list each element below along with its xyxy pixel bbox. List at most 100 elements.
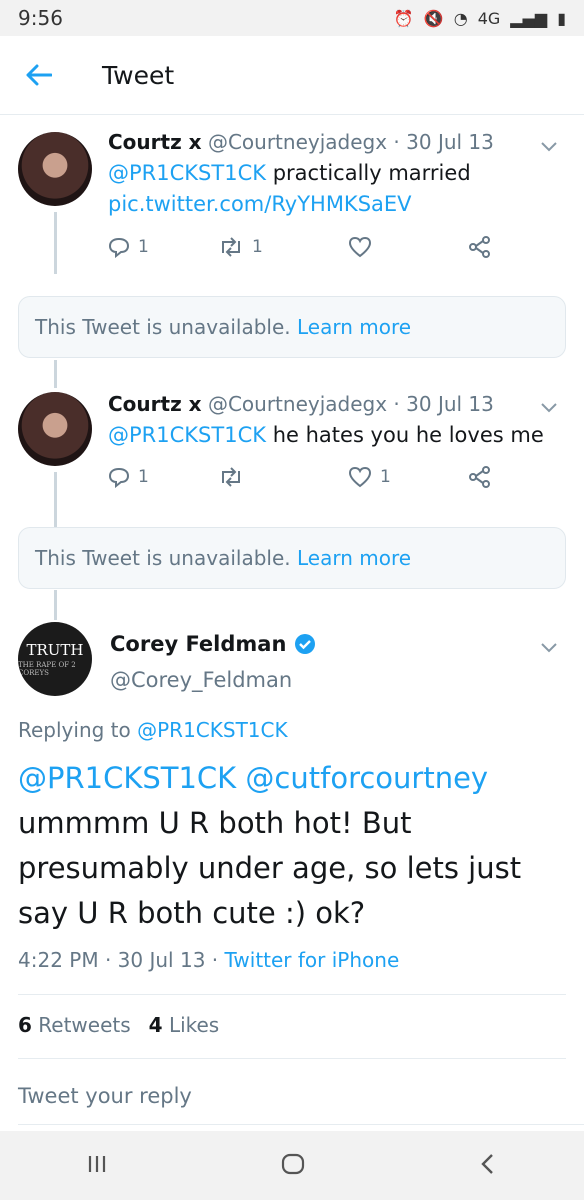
share-icon [469, 466, 490, 488]
share-button[interactable] [468, 236, 492, 258]
unavailable-tweet-notice: This Tweet is unavailable. Learn more [18, 296, 566, 358]
mention-link[interactable]: @PR1CKST1CK [108, 423, 266, 447]
tweet-meta: 4:22 PM · 30 Jul 13 · Twitter for iPhone [18, 948, 399, 972]
chevron-down-icon[interactable] [540, 638, 560, 658]
avatar[interactable] [18, 392, 92, 466]
learn-more-link[interactable]: Learn more [297, 546, 411, 570]
tweet-text: @PR1CKST1CK he hates you he loves me [108, 420, 544, 451]
chevron-down-icon[interactable] [540, 137, 560, 157]
replying-to: Replying to @PR1CKST1CK [18, 718, 288, 742]
share-button[interactable] [468, 466, 492, 488]
author-name: Corey Feldman [110, 632, 287, 656]
media-link[interactable]: pic.twitter.com/RyYHMKSaEV [108, 192, 412, 216]
reply-icon [108, 467, 130, 488]
separator: · [393, 130, 400, 154]
unavailable-text: This Tweet is unavailable. [35, 315, 291, 339]
tweet-text: @PR1CKST1CK practically married pic.twit… [108, 158, 471, 220]
battery-icon: ▮ [557, 8, 566, 28]
tweet-stats: 6 Retweets 4 Likes [18, 1013, 219, 1037]
status-icons: ⏰ 🔇 ◔ 4G ▂▄▆ ▮ [394, 9, 566, 28]
tweet-actions: 1 1 [108, 236, 492, 258]
learn-more-link[interactable]: Learn more [297, 315, 411, 339]
back-button[interactable] [14, 50, 64, 100]
like-label: Likes [168, 1013, 220, 1037]
retweet-label: Retweets [38, 1013, 131, 1037]
reply-button[interactable]: 1 [108, 466, 218, 488]
tweet-date: 30 Jul 13 [117, 948, 206, 972]
avatar[interactable] [18, 132, 92, 206]
separator: · [393, 392, 400, 416]
like-button[interactable] [348, 236, 468, 258]
status-time: 9:56 [18, 6, 63, 30]
tweet-body: practically married [272, 161, 471, 185]
retweet-icon [222, 237, 240, 257]
mute-icon: 🔇 [423, 8, 444, 28]
thread-line [54, 360, 57, 388]
share-icon [469, 236, 490, 258]
retweet-icon [222, 467, 240, 487]
divider [18, 1058, 566, 1059]
reply-icon [108, 237, 130, 258]
mention-link[interactable]: @cutforcourtney [245, 761, 488, 795]
tweet-body: he hates you he loves me [272, 423, 544, 447]
likes-stat[interactable]: 4 Likes [149, 1013, 220, 1037]
tweet-date: 30 Jul 13 [406, 130, 494, 154]
back-chevron-icon [480, 1153, 493, 1174]
unavailable-text: This Tweet is unavailable. [35, 546, 291, 570]
tweet-time: 4:22 PM [18, 948, 99, 972]
heart-icon [348, 466, 372, 488]
divider [18, 994, 566, 995]
like-count: 1 [380, 467, 391, 487]
wifi-icon: ◔ [453, 8, 468, 28]
avatar[interactable]: TRUTH THE RAPE OF 2 COREYS [18, 622, 92, 696]
chevron-down-icon[interactable] [540, 398, 560, 418]
avatar-text: TRUTH [26, 641, 84, 659]
main-author-name[interactable]: Corey Feldman [110, 632, 316, 656]
back-arrow-icon [26, 64, 52, 86]
page-title: Tweet [102, 60, 175, 90]
thread-line [54, 590, 57, 620]
mention-link[interactable]: @PR1CKST1CK [108, 161, 266, 185]
heart-icon [348, 236, 372, 258]
unavailable-tweet-notice: This Tweet is unavailable. Learn more [18, 527, 566, 589]
tweet-actions: 1 1 [108, 466, 492, 488]
reply-count: 1 [138, 237, 149, 257]
home-button[interactable] [280, 1151, 306, 1181]
system-nav-bar [0, 1131, 584, 1200]
app-bar: Tweet [0, 36, 584, 115]
author-name[interactable]: Courtz x [108, 130, 202, 154]
author-handle: @Courtneyjadegx [207, 392, 388, 416]
separator: · [104, 948, 112, 972]
thread-line [54, 472, 57, 532]
main-author-handle[interactable]: @Corey_Feldman [110, 668, 292, 692]
retweet-button[interactable]: 1 [218, 236, 348, 258]
system-back-button[interactable] [477, 1152, 499, 1180]
verified-badge-icon [295, 634, 316, 654]
retweet-button[interactable] [218, 466, 348, 488]
divider [18, 1124, 584, 1125]
status-bar: 9:56 ⏰ 🔇 ◔ 4G ▂▄▆ ▮ [0, 0, 584, 36]
retweet-count: 1 [252, 237, 263, 257]
separator: · [211, 948, 219, 972]
tweet-source[interactable]: Twitter for iPhone [225, 948, 400, 972]
main-tweet-text: @PR1CKST1CK @cutforcourtney ummmm U R bo… [18, 756, 573, 936]
home-icon [281, 1153, 305, 1174]
replying-prefix: Replying to [18, 718, 131, 742]
tweet-header: Courtz x @Courtneyjadegx · 30 Jul 13 [108, 130, 494, 154]
network-label: 4G [477, 8, 501, 28]
retweets-stat[interactable]: 6 Retweets [18, 1013, 131, 1037]
author-handle: @Courtneyjadegx [207, 130, 388, 154]
tweet-date: 30 Jul 13 [406, 392, 494, 416]
alarm-icon: ⏰ [393, 8, 414, 28]
reply-button[interactable]: 1 [108, 236, 218, 258]
mention-link[interactable]: @PR1CKST1CK [18, 761, 236, 795]
signal-icon: ▂▄▆ [510, 8, 548, 28]
like-button[interactable]: 1 [348, 466, 468, 488]
author-name[interactable]: Courtz x [108, 392, 202, 416]
recent-apps-button[interactable] [85, 1153, 109, 1179]
main-tweet-body: ummmm U R both hot! But presumably under… [18, 806, 522, 930]
reply-input[interactable]: Tweet your reply [18, 1084, 192, 1108]
reply-count: 1 [138, 467, 149, 487]
recents-icon [89, 1155, 106, 1172]
replying-to-link[interactable]: @PR1CKST1CK [137, 718, 287, 742]
